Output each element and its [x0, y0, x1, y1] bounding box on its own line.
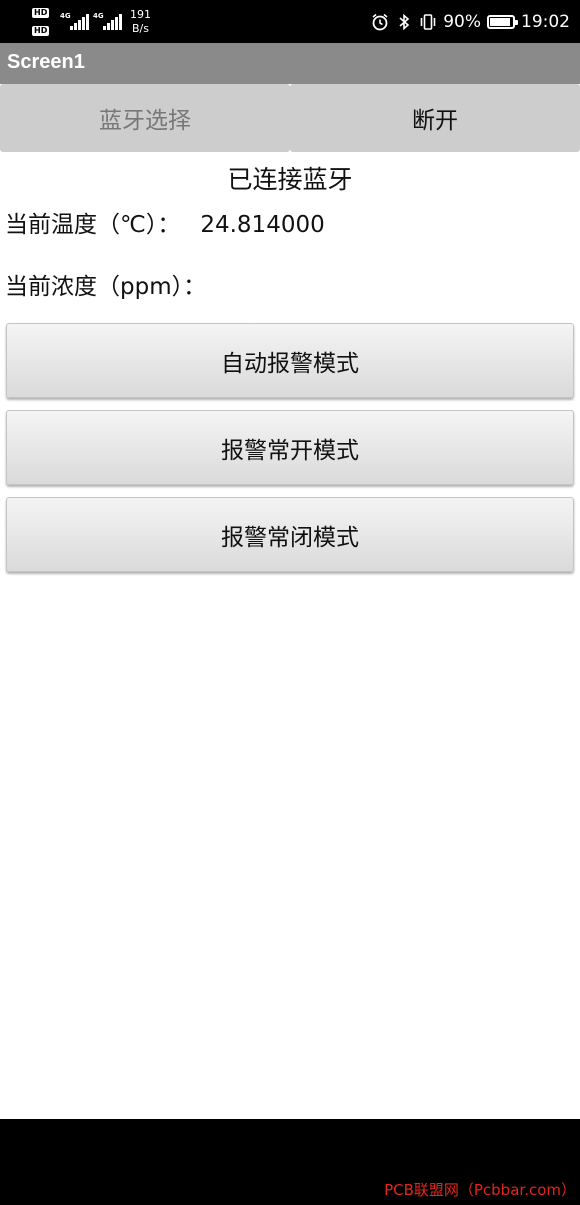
network-speed-value: 191: [130, 8, 151, 21]
temperature-value: 24.814000: [200, 212, 325, 238]
disconnect-button[interactable]: 断开: [290, 84, 580, 152]
signal-2-icon: 4G: [93, 12, 123, 30]
watermark: PCB联盟网（Pcbbar.com）: [384, 1181, 576, 1199]
hd-badge-1: HD: [32, 8, 50, 18]
network-speed-unit: B/s: [132, 22, 149, 35]
alarm-always-off-mode-button[interactable]: 报警常闭模式: [6, 497, 574, 572]
app-title-bar: Screen1: [0, 43, 580, 84]
alarm-always-on-mode-button[interactable]: 报警常开模式: [6, 410, 574, 485]
app-title: Screen1: [7, 51, 85, 73]
concentration-label: 当前浓度（ppm）：: [5, 274, 207, 300]
temperature-row: 当前温度（℃）： 24.814000: [5, 205, 325, 239]
network-speed: 191 B/s: [130, 8, 151, 36]
concentration-row: 当前浓度（ppm）：: [5, 267, 206, 301]
hd-badge-2: HD: [32, 26, 50, 36]
status-bar: HD HD 4G 4G 191 B/s 90% 19:02: [0, 0, 580, 43]
status-right: 90% 19:02: [371, 0, 570, 43]
vibrate-icon: [419, 13, 437, 31]
battery-icon: [487, 14, 518, 29]
connection-status: 已连接蓝牙: [227, 165, 353, 194]
battery-percent: 90%: [443, 11, 481, 32]
signal-1-icon: 4G: [60, 12, 90, 30]
navigation-bar: PCB联盟网（Pcbbar.com）: [0, 1119, 580, 1205]
auto-alarm-mode-button[interactable]: 自动报警模式: [6, 323, 574, 398]
alarm-icon: [371, 13, 389, 31]
clock: 19:02: [521, 11, 570, 32]
bluetooth-icon: [395, 13, 413, 31]
temperature-label: 当前温度（℃）：: [5, 212, 181, 238]
bluetooth-select-button[interactable]: 蓝牙选择: [0, 84, 290, 152]
